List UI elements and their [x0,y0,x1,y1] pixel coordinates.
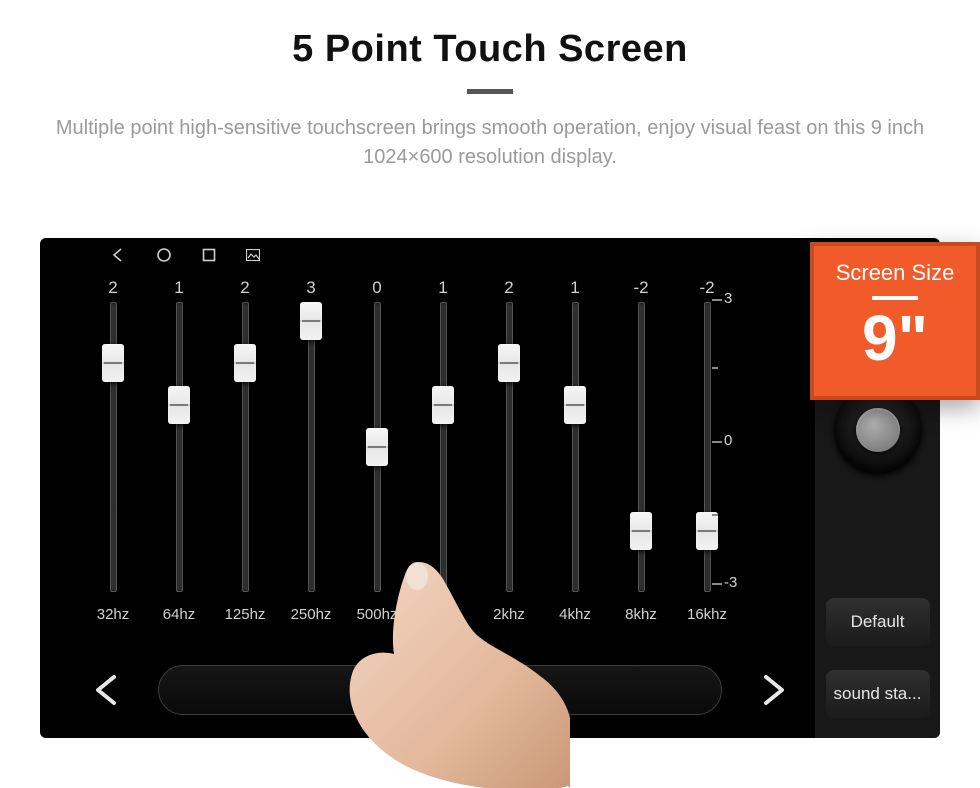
balance-button-inner [856,408,900,452]
preset-row: Jazz [80,662,800,718]
page-subtitle: Multiple point high-sensitive touchscree… [40,114,940,172]
eq-thumb[interactable] [564,386,586,424]
screen-size-badge: Screen Size 9" [810,242,980,400]
eq-band-value: 0 [372,278,381,302]
eq-band-value: 1 [570,278,579,302]
eq-slider[interactable] [212,302,278,592]
preset-next-button[interactable] [746,666,800,714]
eq-band-freq: 16khz [687,606,727,623]
eq-track [176,302,183,592]
eq-track [572,302,579,592]
home-icon[interactable] [156,247,172,263]
eq-band-freq: 2khz [493,606,525,623]
recent-apps-icon[interactable] [202,248,216,262]
eq-band-freq: 125hz [225,606,266,623]
eq-slider[interactable] [476,302,542,592]
badge-divider [872,296,918,300]
gallery-icon[interactable] [246,249,260,261]
back-icon[interactable] [110,247,126,263]
eq-band-freq: 250hz [291,606,332,623]
eq-band-freq: 500hz [357,606,398,623]
eq-track [440,302,447,592]
eq-band-value: 2 [240,278,249,302]
scale-mid: 0 [724,432,732,449]
eq-band: 2 2khz [476,278,542,638]
android-nav-bar [40,238,940,272]
eq-band: 1 1khz [410,278,476,638]
title-underline [467,89,513,94]
eq-thumb[interactable] [432,386,454,424]
eq-band-freq: 1khz [427,606,459,623]
eq-thumb[interactable] [630,512,652,550]
eq-slider[interactable] [410,302,476,592]
eq-band-freq: 8khz [625,606,657,623]
eq-slider[interactable] [80,302,146,592]
eq-thumb[interactable] [102,344,124,382]
eq-band-value: 1 [174,278,183,302]
eq-band: 3 250hz [278,278,344,638]
eq-slider[interactable] [278,302,344,592]
eq-band: -2 8khz [608,278,674,638]
eq-band: 0 500hz [344,278,410,638]
scale-min: -3 [724,574,737,591]
eq-thumb[interactable] [300,302,322,340]
eq-band: 1 4khz [542,278,608,638]
preset-prev-button[interactable] [80,666,134,714]
eq-band: 1 64hz [146,278,212,638]
eq-thumb[interactable] [696,512,718,550]
badge-value: 9" [862,306,928,370]
eq-band-freq: 32hz [97,606,130,623]
eq-band-value: 1 [438,278,447,302]
eq-band-freq: 64hz [163,606,196,623]
eq-slider[interactable] [542,302,608,592]
scale-max: 3 [724,290,732,307]
eq-band-value: 3 [306,278,315,302]
eq-band-freq: 4khz [559,606,591,623]
device-frame: 2 32hz 1 64hz 2 125hz 3 250hz 0 500hz 1 1khz 2 2khz 1 4… [40,238,940,738]
eq-slider[interactable] [608,302,674,592]
eq-band-value: -2 [633,278,648,302]
eq-thumb[interactable] [498,344,520,382]
eq-band-value: 2 [108,278,117,302]
eq-scale: 3 0 -3 [720,296,760,586]
eq-thumb[interactable] [366,428,388,466]
eq-slider[interactable] [344,302,410,592]
preset-name-button[interactable]: Jazz [158,665,722,715]
badge-label: Screen Size [836,260,955,286]
page-title: 5 Point Touch Screen [0,28,980,71]
default-button[interactable]: Default [826,598,930,646]
eq-track [308,302,315,592]
eq-band-value: 2 [504,278,513,302]
eq-thumb[interactable] [234,344,256,382]
eq-thumb[interactable] [168,386,190,424]
sound-stage-button[interactable]: sound sta... [826,670,930,718]
eq-band: 2 32hz [80,278,146,638]
eq-slider[interactable] [146,302,212,592]
eq-band: 2 125hz [212,278,278,638]
